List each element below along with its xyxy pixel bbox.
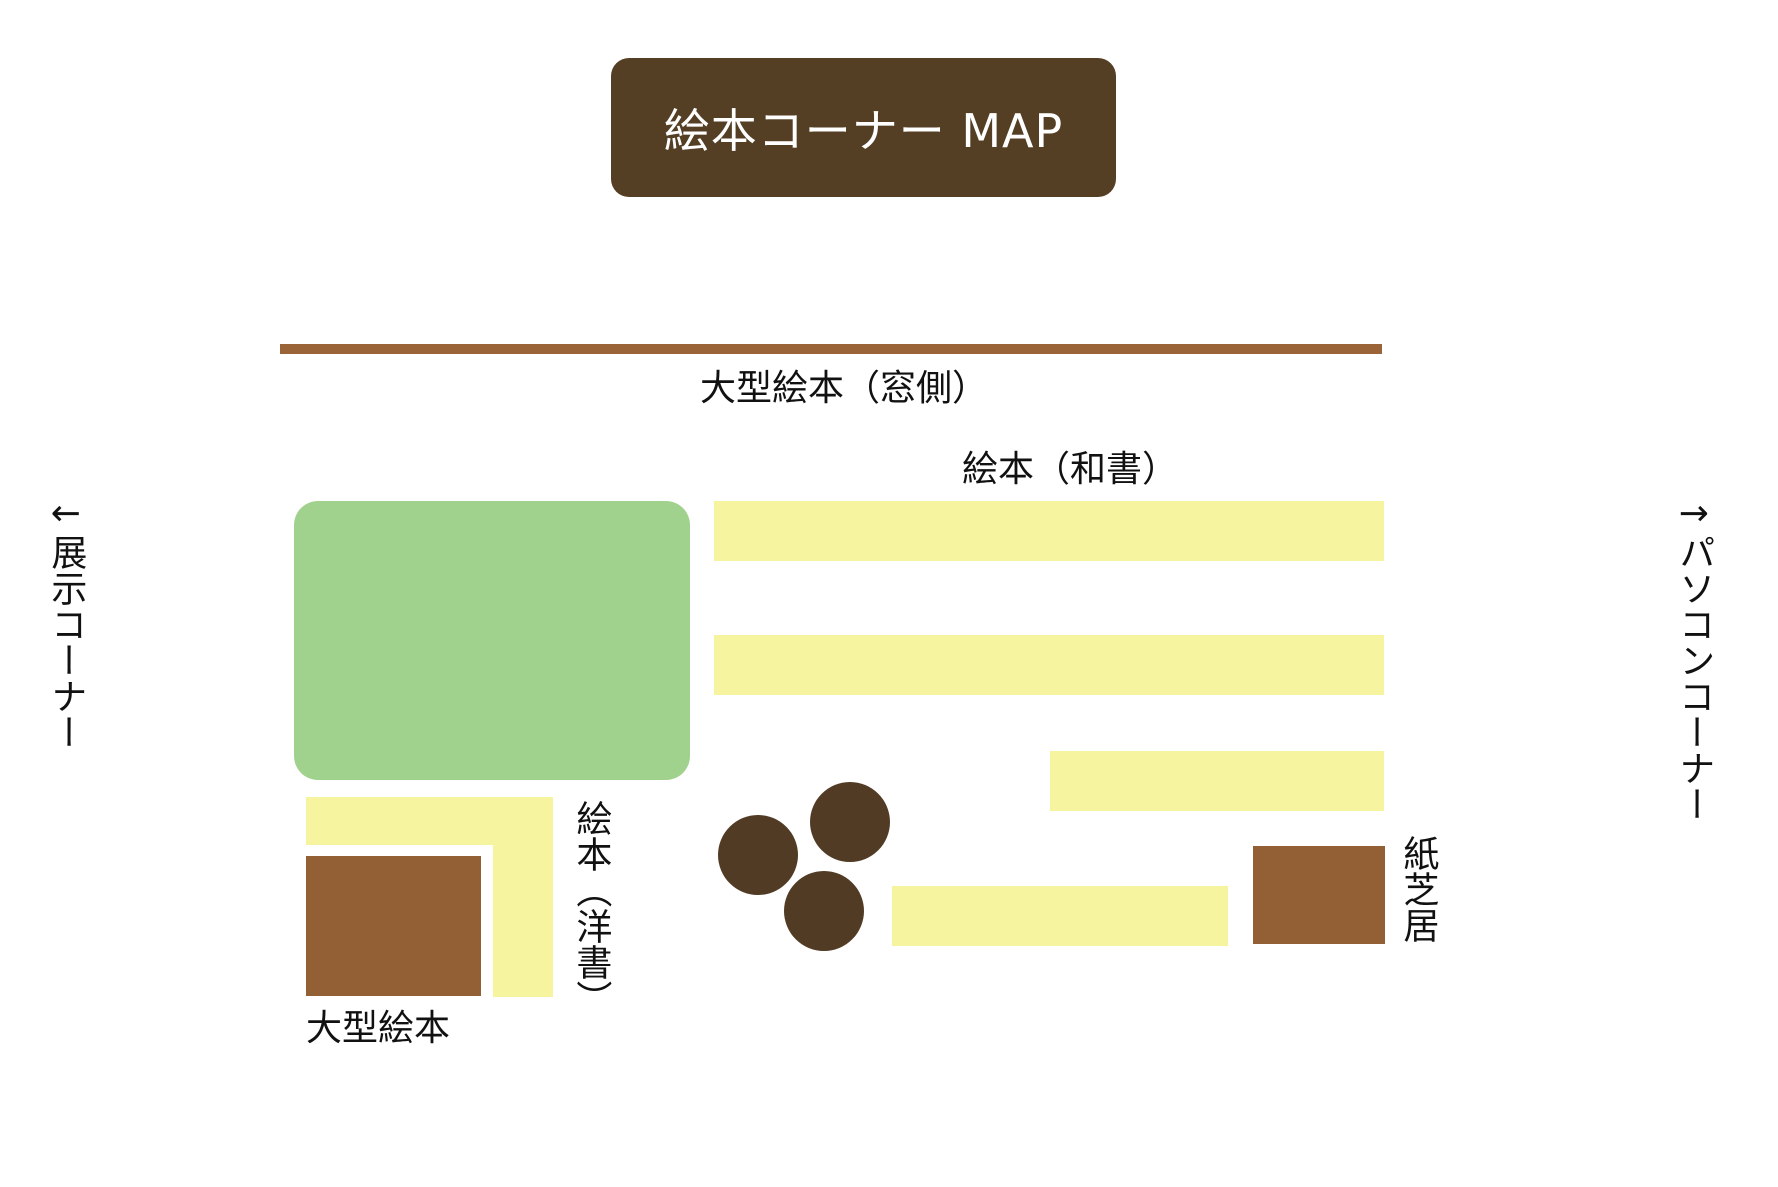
stool-2 bbox=[718, 815, 798, 895]
kamishibai-box bbox=[1253, 846, 1385, 944]
right-exit-label: →パソコンコーナー bbox=[1673, 493, 1715, 822]
shelf-japanese-3 bbox=[1050, 751, 1384, 811]
window-wall bbox=[280, 344, 1382, 354]
label-picture-books-japanese: 絵本（和書） bbox=[962, 449, 1179, 490]
shelf-japanese-2 bbox=[714, 635, 1384, 695]
reading-table bbox=[294, 501, 690, 780]
stool-3 bbox=[784, 871, 864, 951]
map-title: 絵本コーナー MAP bbox=[611, 58, 1116, 197]
shelf-japanese-4 bbox=[892, 886, 1228, 946]
label-picture-books-western: 絵本（洋書） bbox=[570, 800, 612, 1016]
label-kamishibai: 紙芝居 bbox=[1397, 835, 1439, 943]
left-exit-label: ←展示コーナー bbox=[45, 493, 87, 750]
large-picture-book-box bbox=[306, 856, 481, 996]
stool-1 bbox=[810, 782, 890, 862]
shelf-japanese-1 bbox=[714, 501, 1384, 561]
label-window-large-picture-books: 大型絵本（窓側） bbox=[700, 368, 989, 409]
label-large-picture-books: 大型絵本 bbox=[306, 1008, 451, 1049]
shelf-western-side bbox=[493, 797, 553, 997]
map-title-text: 絵本コーナー MAP bbox=[663, 103, 1064, 158]
